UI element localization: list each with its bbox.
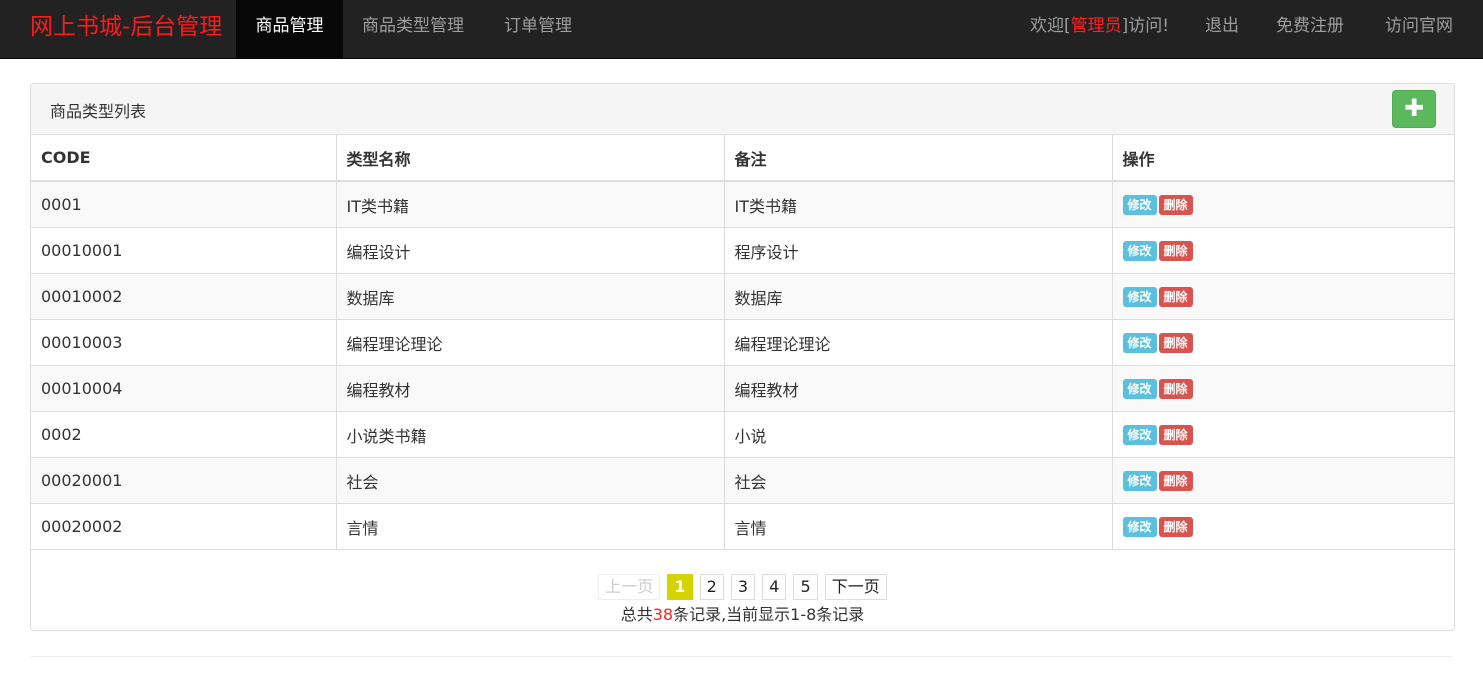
cell-remark: 编程理论理论	[723, 319, 1113, 366]
goods-type-panel: 商品类型列表 ✚ CODE 类型名称 备注 操作 0001 IT类书籍 IT类书籍修…	[30, 83, 1455, 631]
table-row: 00020001 社会 社会 修改 删除	[31, 457, 1455, 504]
delete-button[interactable]: 删除	[1158, 516, 1193, 537]
nav-order-management[interactable]: 订单管理	[504, 0, 572, 58]
delete-button[interactable]: 删除	[1158, 424, 1193, 445]
cell-remark: IT类书籍	[723, 180, 1113, 228]
delete-button[interactable]: 删除	[1158, 378, 1193, 399]
table-row: 00020002 言情 言情 修改 删除	[31, 503, 1455, 550]
welcome-prefix: 欢迎[	[1030, 16, 1071, 36]
delete-button[interactable]: 删除	[1158, 286, 1193, 307]
cell-remark: 小说	[723, 411, 1113, 458]
cell-actions: 修改 删除	[1111, 365, 1455, 412]
edit-button[interactable]: 修改	[1122, 424, 1157, 445]
cell-type-name: 编程教材	[335, 365, 725, 412]
page-1-button[interactable]: 1	[667, 574, 693, 600]
cell-remark: 社会	[723, 457, 1113, 504]
welcome-suffix: ]访问!	[1121, 16, 1170, 36]
summary-prefix: 总共	[620, 605, 653, 624]
cell-actions: 修改 删除	[1111, 503, 1455, 550]
cell-code: 0001	[31, 180, 337, 228]
page-4-button[interactable]: 4	[762, 574, 787, 600]
table-row: 00010004 编程教材 编程教材 修改 删除	[31, 365, 1455, 412]
edit-button[interactable]: 修改	[1122, 332, 1157, 353]
page-2-button[interactable]: 2	[699, 574, 724, 600]
plus-icon: ✚	[1403, 94, 1425, 122]
edit-button[interactable]: 修改	[1122, 516, 1157, 537]
top-navbar: 网上书城-后台管理 商品管理 商品类型管理 订单管理 欢迎[管理员]访问! 退出…	[0, 0, 1483, 59]
cell-code: 00010003	[31, 319, 337, 366]
cell-actions: 修改 删除	[1111, 273, 1455, 320]
goods-type-table: CODE 类型名称 备注 操作 0001 IT类书籍 IT类书籍 修改 删除 000100…	[31, 135, 1455, 550]
page-5-button[interactable]: 5	[793, 574, 818, 600]
cell-code: 00020001	[31, 457, 337, 504]
cell-code: 00010001	[31, 227, 337, 274]
table-row: 00010003 编程理论理论 编程理论理论 修改 删除	[31, 319, 1455, 366]
cell-code: 0002	[31, 411, 337, 458]
cell-code: 00010002	[31, 273, 337, 320]
edit-button[interactable]: 修改	[1122, 286, 1157, 307]
nav-goods-type-management[interactable]: 商品类型管理	[362, 0, 464, 58]
table-row: 0001 IT类书籍 IT类书籍 修改 删除	[31, 180, 1455, 228]
cell-type-name: 数据库	[335, 273, 725, 320]
total-count: 38	[652, 605, 674, 624]
cell-type-name: 社会	[335, 457, 725, 504]
cell-type-name: 编程设计	[335, 227, 725, 274]
page-3-button[interactable]: 3	[730, 574, 756, 600]
delete-button[interactable]: 删除	[1158, 332, 1193, 353]
register-link[interactable]: 免费注册	[1276, 0, 1344, 58]
footer-divider	[30, 656, 1453, 657]
delete-button[interactable]: 删除	[1158, 470, 1193, 491]
cell-actions: 修改 删除	[1111, 457, 1455, 504]
nav-goods-management[interactable]: 商品管理	[236, 0, 343, 58]
cell-remark: 数据库	[723, 273, 1113, 320]
edit-button[interactable]: 修改	[1122, 240, 1157, 261]
welcome-username: 管理员	[1070, 16, 1122, 36]
table-row: 0002 小说类书籍 小说 修改 删除	[31, 411, 1455, 458]
panel-heading: 商品类型列表 ✚	[31, 84, 1454, 135]
delete-button[interactable]: 删除	[1158, 240, 1193, 261]
delete-button[interactable]: 删除	[1158, 194, 1193, 215]
brand-title[interactable]: 网上书城-后台管理	[30, 0, 222, 58]
cell-remark: 言情	[723, 503, 1113, 550]
table-row: 00010001 编程设计 程序设计 修改 删除	[31, 227, 1455, 274]
cell-remark: 程序设计	[723, 227, 1113, 274]
summary-suffix: 条记录,当前显示1-8条记录	[673, 605, 865, 624]
cell-code: 00010004	[31, 365, 337, 412]
official-site-link[interactable]: 访问官网	[1385, 0, 1453, 58]
panel-title: 商品类型列表	[50, 102, 147, 121]
cell-type-name: 言情	[335, 503, 725, 550]
edit-button[interactable]: 修改	[1122, 194, 1157, 215]
header-actions: 操作	[1111, 135, 1455, 182]
cell-actions: 修改 删除	[1111, 319, 1455, 366]
record-summary: 总共38条记录,当前显示1-8条记录	[31, 601, 1454, 625]
cell-type-name: 编程理论理论	[335, 319, 725, 366]
cell-code: 00020002	[31, 503, 337, 550]
cell-remark: 编程教材	[723, 365, 1113, 412]
edit-button[interactable]: 修改	[1122, 470, 1157, 491]
prev-page-button[interactable]: 上一页	[598, 574, 661, 600]
header-code: CODE	[31, 135, 337, 182]
table-header-row: CODE 类型名称 备注 操作	[31, 135, 1455, 182]
pagination: 上一页 1 2 3 4 5 下一页	[31, 574, 1454, 600]
cell-actions: 修改 删除	[1111, 411, 1455, 458]
header-type-name: 类型名称	[335, 135, 725, 182]
next-page-button[interactable]: 下一页	[824, 574, 887, 600]
header-remark: 备注	[723, 135, 1113, 182]
cell-type-name: IT类书籍	[335, 180, 725, 228]
welcome-message: 欢迎[管理员]访问!	[1030, 0, 1169, 58]
cell-actions: 修改 删除	[1111, 227, 1455, 274]
logout-link[interactable]: 退出	[1205, 0, 1239, 58]
table-row: 00010002 数据库 数据库 修改 删除	[31, 273, 1455, 320]
cell-actions: 修改 删除	[1111, 180, 1455, 228]
cell-type-name: 小说类书籍	[335, 411, 725, 458]
edit-button[interactable]: 修改	[1122, 378, 1157, 399]
add-goods-type-button[interactable]: ✚	[1392, 90, 1436, 128]
